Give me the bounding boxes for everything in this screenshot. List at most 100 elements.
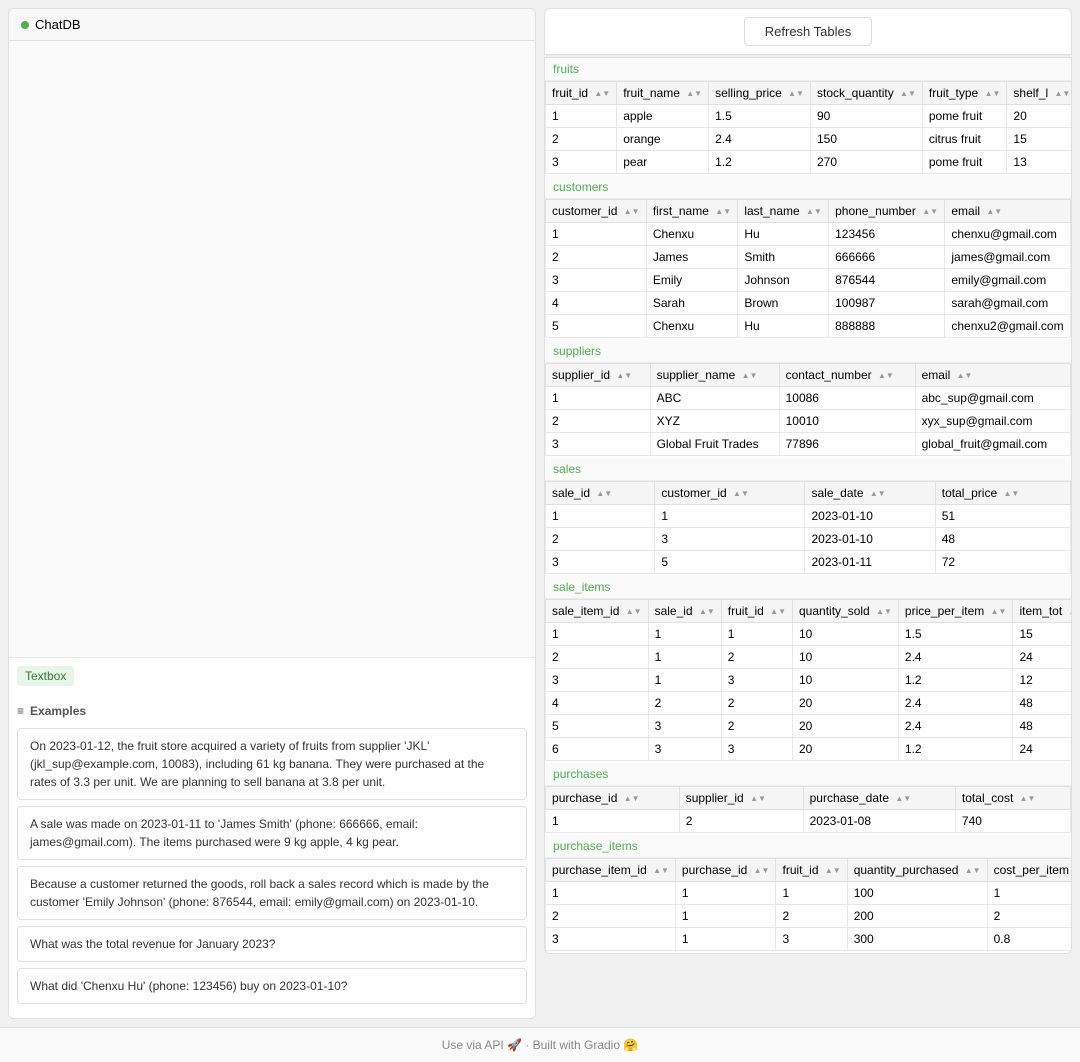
customers-col-customer_id[interactable]: customer_id ▲▼ — [546, 200, 647, 223]
purchases-col-supplier_id[interactable]: supplier_id ▲▼ — [679, 787, 803, 810]
example-item-4[interactable]: What did 'Chenxu Hu' (phone: 123456) buy… — [17, 968, 527, 1004]
table-cell: 300 — [847, 928, 987, 951]
chatdb-title: ChatDB — [35, 17, 81, 32]
table-row: 422202.448 — [546, 692, 1072, 715]
sales-col-sale_date[interactable]: sale_date ▲▼ — [805, 482, 935, 505]
purchases-col-purchase_date[interactable]: purchase_date ▲▼ — [803, 787, 955, 810]
fruits-table: fruit_id ▲▼ fruit_name ▲▼ selling_price … — [545, 81, 1072, 174]
fruits-section: fruits fruit_id ▲▼ fruit_name ▲▼ selling… — [545, 58, 1071, 174]
table-cell: 12 — [1013, 669, 1072, 692]
purchases-col-purchase_id[interactable]: purchase_id ▲▼ — [546, 787, 680, 810]
table-cell: Emily — [646, 269, 737, 292]
fruits-col-fruit_name[interactable]: fruit_name ▲▼ — [617, 82, 709, 105]
table-cell: 10 — [793, 623, 899, 646]
sales-col-customer_id[interactable]: customer_id ▲▼ — [655, 482, 805, 505]
table-cell: orange — [617, 128, 709, 151]
table-row: 2XYZ10010xyx_sup@gmail.com — [546, 410, 1071, 433]
table-cell: 1 — [546, 810, 680, 833]
suppliers-col-email[interactable]: email ▲▼ — [915, 364, 1070, 387]
fruits-col-selling_price[interactable]: selling_price ▲▼ — [709, 82, 811, 105]
table-cell: 2 — [721, 646, 792, 669]
table-cell: 3 — [546, 433, 651, 456]
table-cell: 90 — [810, 105, 922, 128]
table-cell: 1.5 — [709, 105, 811, 128]
table-cell: 888888 — [829, 315, 945, 338]
sale-items-col-sale_item_id[interactable]: sale_item_id ▲▼ — [546, 600, 649, 623]
table-cell: 2 — [546, 905, 676, 928]
sales-col-total_price[interactable]: total_price ▲▼ — [935, 482, 1070, 505]
purchase-items-col-fruit_id[interactable]: fruit_id ▲▼ — [776, 859, 847, 882]
purchases-section: purchases purchase_id ▲▼ supplier_id ▲▼ … — [545, 763, 1071, 833]
example-item-0[interactable]: On 2023-01-12, the fruit store acquired … — [17, 728, 527, 800]
table-cell: 5 — [546, 715, 649, 738]
table-cell: 1 — [546, 505, 655, 528]
table-row: 2JamesSmith666666james@gmail.com — [546, 246, 1071, 269]
fruits-col-shelf_l[interactable]: shelf_l ▲▼ — [1007, 82, 1072, 105]
customers-title: customers — [545, 176, 1071, 199]
suppliers-col-contact_number[interactable]: contact_number ▲▼ — [779, 364, 915, 387]
purchase-items-col-purchase_id[interactable]: purchase_id ▲▼ — [675, 859, 776, 882]
table-cell: 123456 — [829, 223, 945, 246]
table-row: 3133000.8 — [546, 928, 1072, 951]
table-row: 313101.212 — [546, 669, 1072, 692]
table-cell: 6 — [546, 738, 649, 761]
table-cell: 1.2 — [898, 738, 1013, 761]
sale-items-col-item_tot[interactable]: item_tot ▲▼ — [1013, 600, 1072, 623]
hamburger-icon: ≡ — [17, 704, 24, 718]
table-cell: pome fruit — [922, 151, 1007, 174]
sales-col-sale_id[interactable]: sale_id ▲▼ — [546, 482, 655, 505]
customers-table: customer_id ▲▼ first_name ▲▼ last_name ▲… — [545, 199, 1071, 338]
sales-table: sale_id ▲▼ customer_id ▲▼ sale_date ▲▼ t… — [545, 481, 1071, 574]
table-row: 5ChenxuHu888888chenxu2@gmail.com — [546, 315, 1071, 338]
purchase-items-col-quantity_purchased[interactable]: quantity_purchased ▲▼ — [847, 859, 987, 882]
table-cell: citrus fruit — [922, 128, 1007, 151]
table-cell: 2.4 — [898, 646, 1013, 669]
table-cell: 5 — [546, 315, 647, 338]
customers-col-email[interactable]: email ▲▼ — [945, 200, 1071, 223]
table-cell: 51 — [935, 505, 1070, 528]
fruits-col-fruit_id[interactable]: fruit_id ▲▼ — [546, 82, 617, 105]
table-cell: 1 — [655, 505, 805, 528]
table-cell: Brown — [738, 292, 829, 315]
purchase-items-col-cost_per_item[interactable]: cost_per_item ▲▼ — [987, 859, 1072, 882]
table-cell: 2023-01-10 — [805, 528, 935, 551]
table-cell: 1.2 — [898, 669, 1013, 692]
table-cell: 2 — [546, 128, 617, 151]
table-cell: sarah@gmail.com — [945, 292, 1071, 315]
fruits-col-fruit_type[interactable]: fruit_type ▲▼ — [922, 82, 1007, 105]
suppliers-col-supplier_id[interactable]: supplier_id ▲▼ — [546, 364, 651, 387]
table-row: 532202.448 — [546, 715, 1072, 738]
sale-items-col-quantity_sold[interactable]: quantity_sold ▲▼ — [793, 600, 899, 623]
textbox-label: Textbox — [17, 666, 74, 686]
suppliers-col-supplier_name[interactable]: supplier_name ▲▼ — [650, 364, 779, 387]
purchases-col-total_cost[interactable]: total_cost ▲▼ — [955, 787, 1070, 810]
purchases-table: purchase_id ▲▼ supplier_id ▲▼ purchase_d… — [545, 786, 1071, 833]
refresh-tables-button[interactable]: Refresh Tables — [744, 17, 872, 46]
table-cell: 1 — [776, 882, 847, 905]
table-cell: 48 — [1013, 715, 1072, 738]
sale-items-col-sale_id[interactable]: sale_id ▲▼ — [648, 600, 721, 623]
table-cell: 2 — [721, 692, 792, 715]
customers-col-phone_number[interactable]: phone_number ▲▼ — [829, 200, 945, 223]
example-item-1[interactable]: A sale was made on 2023-01-11 to 'James … — [17, 806, 527, 860]
sale-items-col-fruit_id[interactable]: fruit_id ▲▼ — [721, 600, 792, 623]
table-cell: 100 — [847, 882, 987, 905]
fruits-col-stock_quantity[interactable]: stock_quantity ▲▼ — [810, 82, 922, 105]
customers-col-first_name[interactable]: first_name ▲▼ — [646, 200, 737, 223]
example-item-2[interactable]: Because a customer returned the goods, r… — [17, 866, 527, 920]
table-cell: 3 — [776, 928, 847, 951]
table-cell: Johnson — [738, 269, 829, 292]
example-item-3[interactable]: What was the total revenue for January 2… — [17, 926, 527, 962]
sale-items-col-price_per_item[interactable]: price_per_item ▲▼ — [898, 600, 1013, 623]
purchase-items-col-purchase_item_id[interactable]: purchase_item_id ▲▼ — [546, 859, 676, 882]
table-cell: 10 — [793, 669, 899, 692]
customers-col-last_name[interactable]: last_name ▲▼ — [738, 200, 829, 223]
table-cell: Sarah — [646, 292, 737, 315]
table-cell: 24 — [1013, 738, 1072, 761]
table-cell: 740 — [955, 810, 1070, 833]
table-cell: 2023-01-08 — [803, 810, 955, 833]
table-cell: 2 — [546, 528, 655, 551]
table-cell: 48 — [935, 528, 1070, 551]
table-cell: 2 — [679, 810, 803, 833]
purchase-items-table: purchase_item_id ▲▼ purchase_id ▲▼ fruit… — [545, 858, 1072, 951]
